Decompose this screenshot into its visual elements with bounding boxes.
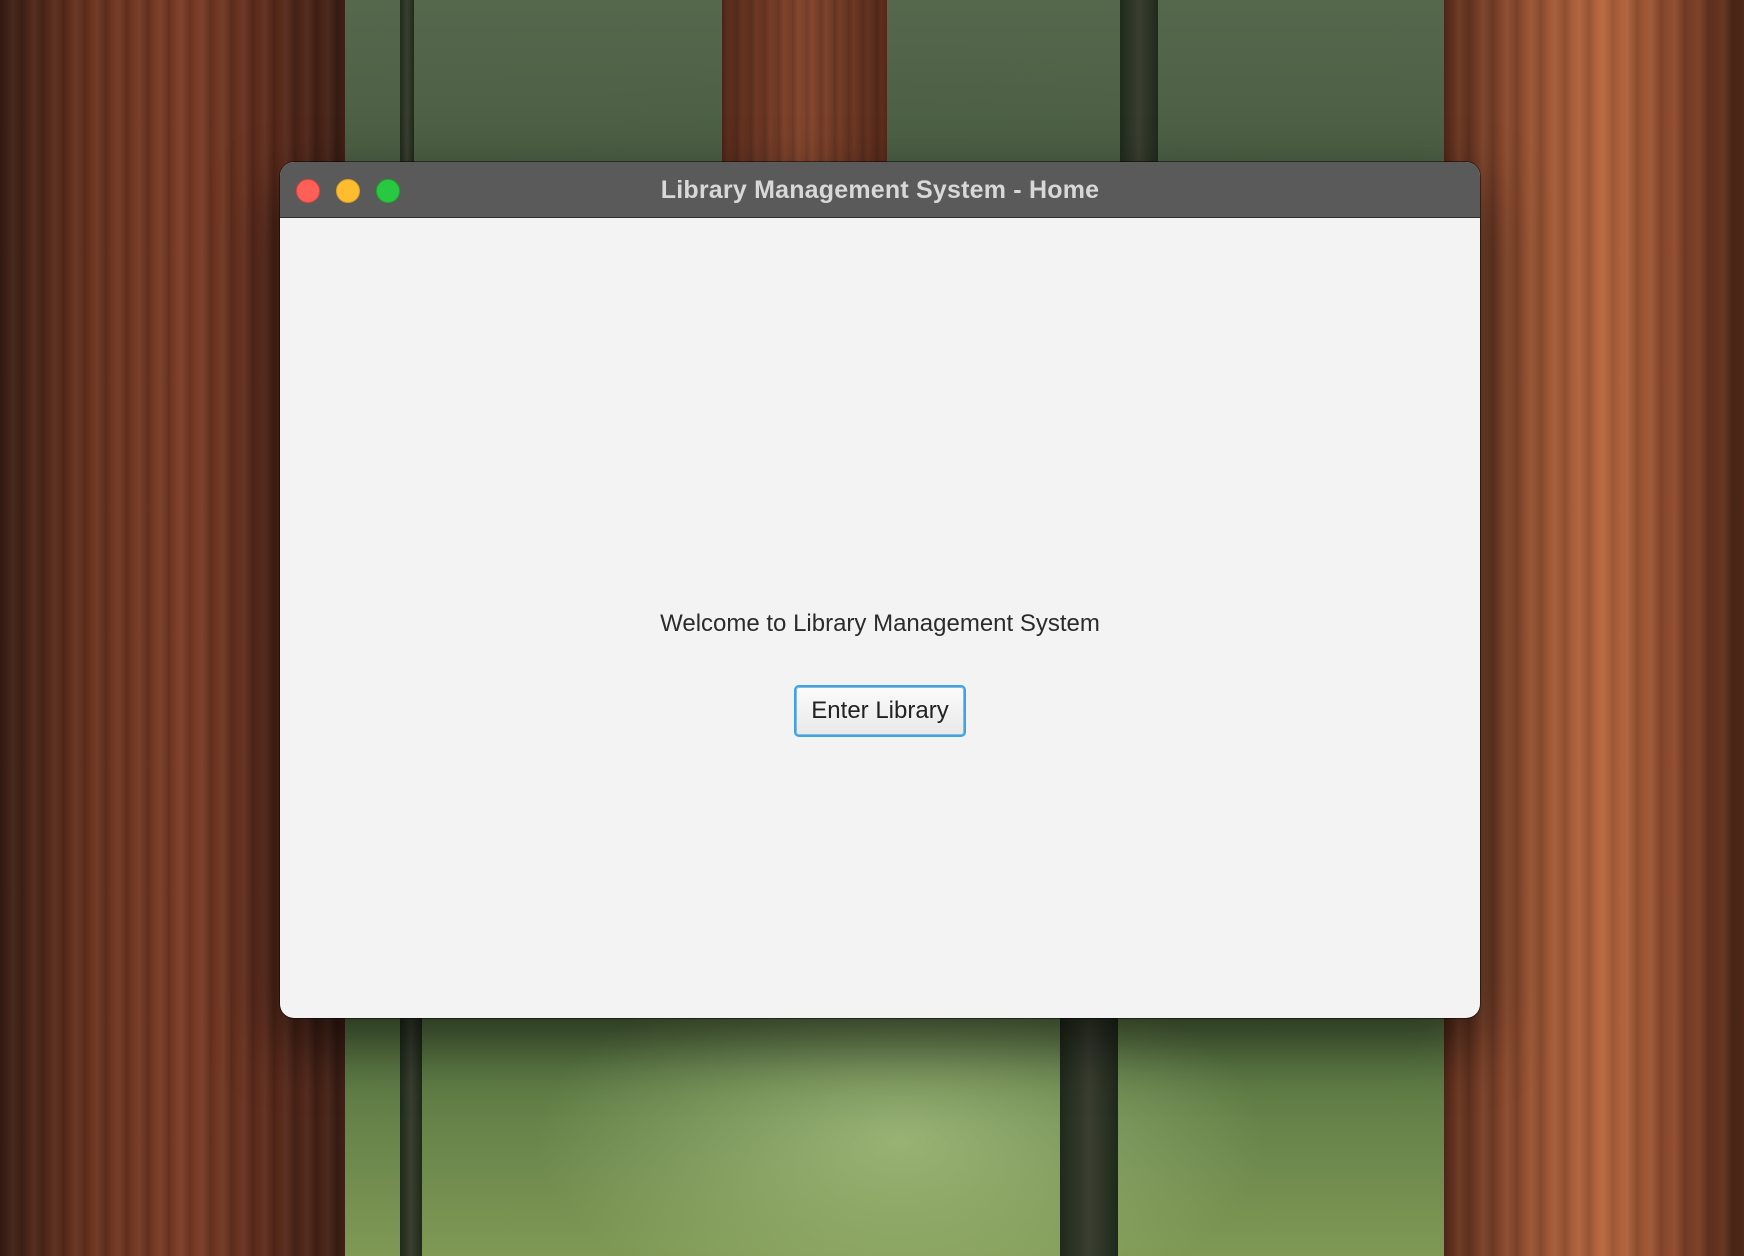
welcome-label: Welcome to Library Management System [660, 610, 1100, 637]
tree-trunk-right [1444, 0, 1744, 1256]
app-window: Library Management System - Home Welcome… [280, 162, 1480, 1018]
tree-background [400, 0, 414, 170]
enter-library-button[interactable]: Enter Library [794, 685, 966, 737]
main-content: Welcome to Library Management System Ent… [280, 218, 1480, 1018]
tree-background [400, 1018, 422, 1256]
window-titlebar[interactable]: Library Management System - Home [280, 162, 1480, 218]
tree-background [1060, 1018, 1118, 1256]
tree-trunk-middle [722, 0, 887, 170]
tree-background [1120, 0, 1158, 170]
window-title: Library Management System - Home [660, 176, 1100, 204]
desktop-wallpaper: Library Management System - Home Welcome… [0, 0, 1744, 1256]
